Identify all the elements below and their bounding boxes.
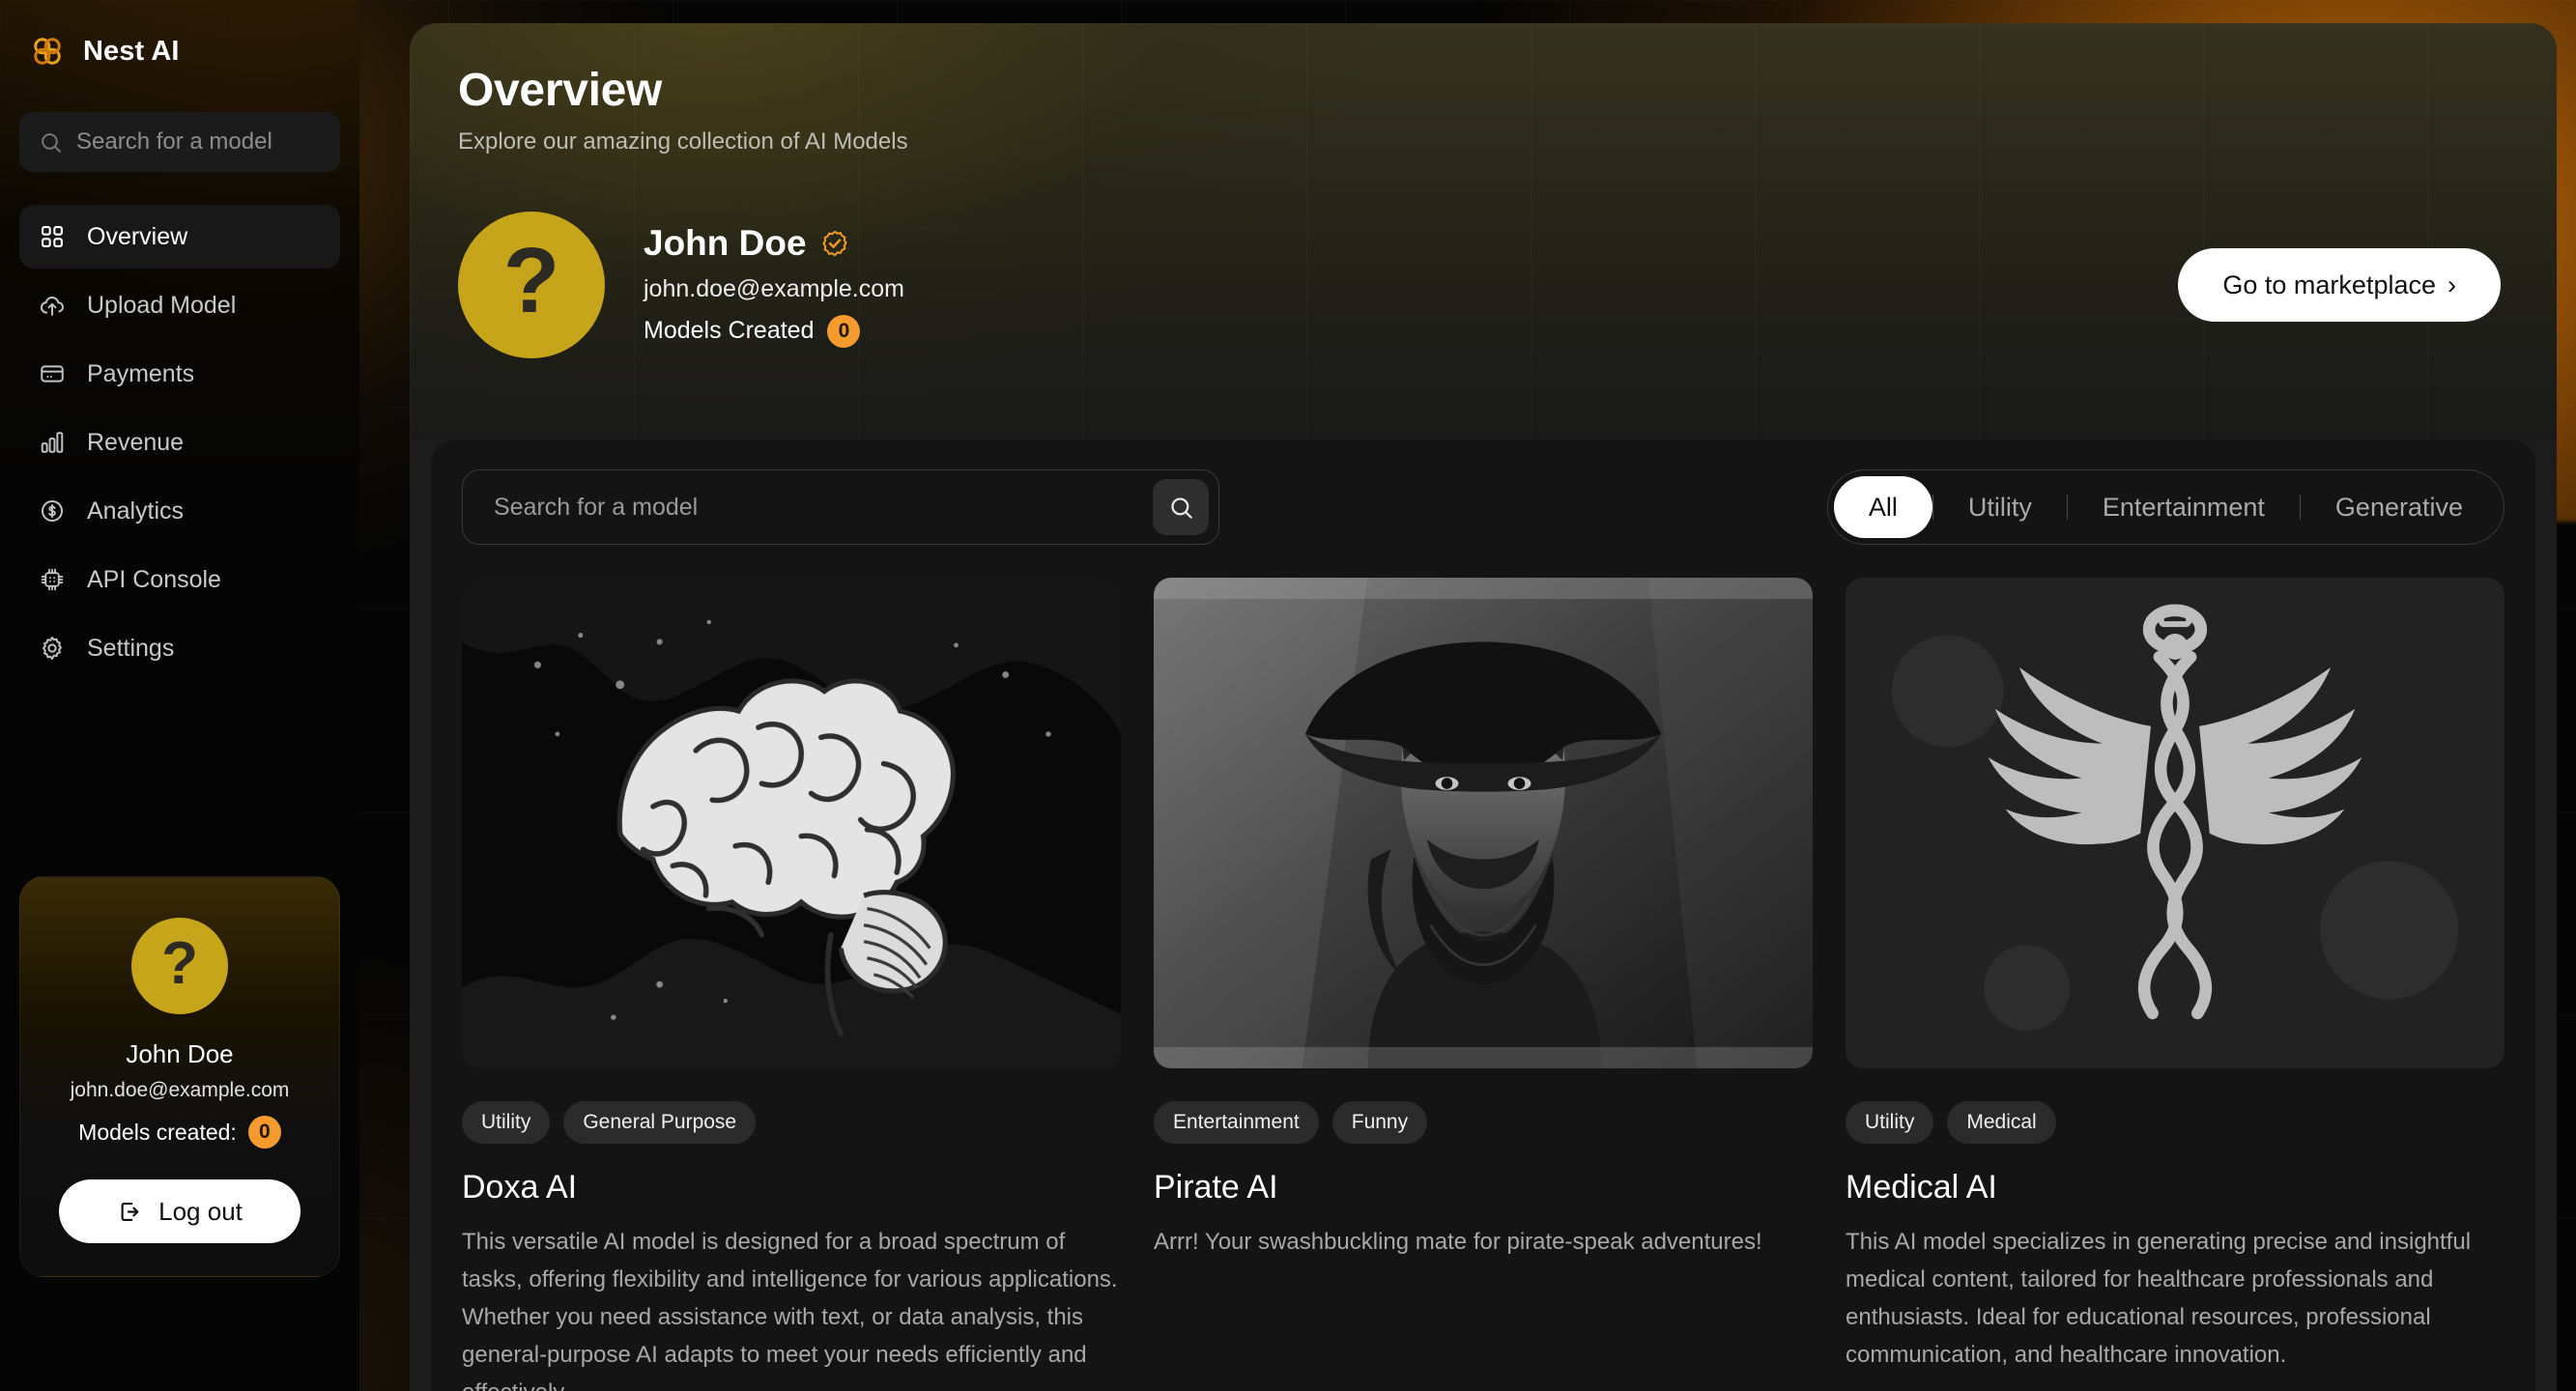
go-to-marketplace-button[interactable]: Go to marketplace › bbox=[2178, 248, 2501, 322]
page-subtitle: Explore our amazing collection of AI Mod… bbox=[458, 128, 908, 155]
filter-bar: All Utility Entertainment Generative bbox=[462, 440, 2504, 574]
model-image[interactable] bbox=[1846, 578, 2504, 1068]
cpu-chip-icon bbox=[41, 568, 64, 591]
sidebar-item-payments[interactable]: Payments bbox=[19, 342, 340, 406]
sidebar-item-analytics[interactable]: Analytics bbox=[19, 479, 340, 543]
search-icon bbox=[1170, 497, 1192, 519]
sidebar-item-label: Upload Model bbox=[87, 291, 237, 319]
model-description: This AI model specializes in generating … bbox=[1846, 1229, 2472, 1368]
avatar: ? bbox=[131, 918, 228, 1014]
marketplace-label: Go to marketplace bbox=[2222, 270, 2436, 299]
app-root: Nest AI Search for a model Overview Uplo… bbox=[0, 0, 2576, 1391]
credit-card-icon bbox=[41, 365, 64, 383]
status-badge: 0 bbox=[247, 1116, 281, 1149]
sidebar-nav: Overview Upload Model Payments Revenue A… bbox=[19, 205, 340, 680]
sidebar-item-settings[interactable]: Settings bbox=[19, 616, 340, 680]
model-card: Entertainment Funny Pirate AI Arrr! Your… bbox=[1154, 578, 1813, 1391]
chevron-right-icon: › bbox=[2447, 270, 2456, 299]
tab-utility[interactable]: Utility bbox=[1933, 476, 2067, 538]
sidebar-search-input[interactable]: Search for a model bbox=[19, 112, 340, 172]
main-panel: Overview Explore our amazing collection … bbox=[410, 23, 2557, 1391]
sidebar-item-label: Overview bbox=[87, 222, 188, 250]
model-card-grid: Utility General Purpose Doxa AI This ver… bbox=[462, 574, 2504, 1391]
caduceus-artwork-icon bbox=[1846, 578, 2504, 1068]
search-input[interactable] bbox=[494, 493, 1153, 522]
bar-chart-icon bbox=[41, 432, 64, 453]
avatar-glyph: ? bbox=[161, 930, 198, 997]
sidebar: Nest AI Search for a model Overview Uplo… bbox=[0, 0, 359, 1391]
page-title: Overview bbox=[458, 65, 663, 116]
model-description: This versatile AI model is designed for … bbox=[462, 1229, 1118, 1391]
tag[interactable]: Funny bbox=[1331, 1101, 1428, 1144]
sidebar-search-placeholder: Search for a model bbox=[76, 128, 272, 155]
tab-all[interactable]: All bbox=[1833, 476, 1932, 538]
sidebar-item-label: Payments bbox=[87, 359, 195, 387]
tag[interactable]: Utility bbox=[462, 1101, 551, 1144]
tag[interactable]: Entertainment bbox=[1154, 1101, 1319, 1144]
brand[interactable]: Nest AI bbox=[19, 0, 340, 102]
tab-generative[interactable]: Generative bbox=[2301, 476, 2498, 538]
profile-name: John Doe bbox=[644, 222, 807, 263]
dollar-circle-icon bbox=[41, 499, 64, 523]
model-search[interactable] bbox=[462, 469, 1219, 545]
model-tags: Utility Medical bbox=[1846, 1101, 2504, 1144]
logout-button[interactable]: Log out bbox=[59, 1179, 301, 1243]
profile-email: john.doe@example.com bbox=[644, 274, 904, 302]
model-card: Utility General Purpose Doxa AI This ver… bbox=[462, 578, 1121, 1391]
model-title: Pirate AI bbox=[1154, 1169, 1278, 1206]
search-button[interactable] bbox=[1153, 479, 1209, 535]
cloud-upload-icon bbox=[40, 297, 64, 316]
tag[interactable]: Utility bbox=[1846, 1101, 1934, 1144]
model-title: Doxa AI bbox=[462, 1169, 578, 1206]
grid-icon bbox=[42, 226, 63, 247]
gear-icon bbox=[43, 637, 62, 660]
model-title: Medical AI bbox=[1846, 1169, 1997, 1206]
sidebar-item-api-console[interactable]: API Console bbox=[19, 548, 340, 611]
model-image[interactable] bbox=[462, 578, 1121, 1068]
status-badge: 0 bbox=[827, 314, 861, 348]
model-description: Arrr! Your swashbuckling mate for pirate… bbox=[1154, 1229, 1762, 1255]
avatar-glyph: ? bbox=[502, 229, 560, 332]
sidebar-item-label: API Console bbox=[87, 565, 221, 593]
header-profile-row: ? John Doe john.doe@example.com Models C… bbox=[458, 212, 2508, 358]
nest-knot-logo-icon bbox=[34, 38, 61, 65]
tag[interactable]: Medical bbox=[1947, 1101, 2056, 1144]
profile-models-label: Models Created bbox=[644, 317, 815, 344]
pirate-portrait-artwork-icon bbox=[1154, 578, 1813, 1068]
logout-label: Log out bbox=[158, 1196, 243, 1226]
sidebar-item-label: Revenue bbox=[87, 428, 185, 456]
tab-entertainment[interactable]: Entertainment bbox=[2068, 476, 2300, 538]
brand-name: Nest AI bbox=[83, 35, 180, 67]
model-tags: Utility General Purpose bbox=[462, 1101, 1121, 1144]
tag[interactable]: General Purpose bbox=[563, 1101, 757, 1144]
sidebar-item-overview[interactable]: Overview bbox=[19, 205, 340, 269]
brain-artwork-icon bbox=[462, 578, 1121, 1068]
logout-icon bbox=[121, 1202, 139, 1221]
model-tags: Entertainment Funny bbox=[1154, 1101, 1813, 1144]
profile-email: john.doe@example.com bbox=[70, 1079, 290, 1101]
avatar: ? bbox=[458, 212, 605, 358]
profile-models-created: Models Created 0 bbox=[644, 314, 904, 348]
search-icon bbox=[42, 132, 61, 153]
sidebar-item-label: Analytics bbox=[87, 497, 185, 525]
profile-models-label: Models created: bbox=[78, 1119, 237, 1145]
category-tabs: All Utility Entertainment Generative bbox=[1826, 469, 2504, 545]
profile-name: John Doe bbox=[126, 1039, 234, 1068]
sidebar-profile-card: ? John Doe john.doe@example.com Models c… bbox=[19, 876, 340, 1277]
sidebar-item-revenue[interactable]: Revenue bbox=[19, 411, 340, 474]
hero-header: Overview Explore our amazing collection … bbox=[410, 23, 2557, 440]
sidebar-item-upload-model[interactable]: Upload Model bbox=[19, 273, 340, 337]
sidebar-item-label: Settings bbox=[87, 634, 175, 662]
verified-badge-icon bbox=[821, 230, 847, 256]
model-card: Utility Medical Medical AI This AI model… bbox=[1846, 578, 2504, 1391]
model-image[interactable] bbox=[1154, 578, 1813, 1068]
models-section: All Utility Entertainment Generative bbox=[431, 440, 2535, 1391]
profile-models-created: Models created: 0 bbox=[45, 1116, 314, 1149]
